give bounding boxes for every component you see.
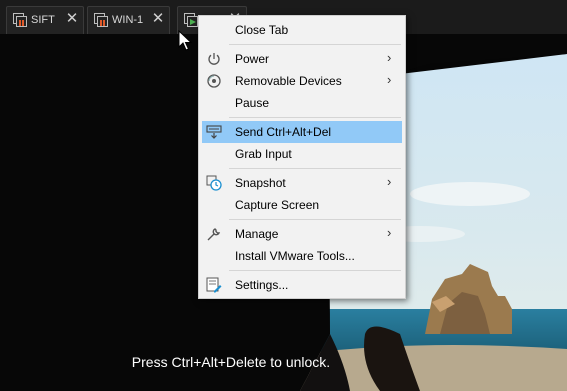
submenu-arrow-icon: ›	[387, 225, 392, 240]
menu-item-send-ctrl-alt-del[interactable]: Send Ctrl+Alt+Del	[202, 121, 402, 143]
menu-item-label: Manage	[235, 227, 279, 241]
menu-item-label: Close Tab	[235, 23, 289, 37]
menu-item-grab-input[interactable]: Grab Input	[202, 143, 402, 165]
submenu-arrow-icon: ›	[387, 174, 392, 189]
menu-item-label: Settings...	[235, 278, 289, 292]
menu-item-pause[interactable]: Pause	[202, 92, 402, 114]
send-keys-icon	[206, 125, 222, 139]
menu-separator	[229, 44, 401, 45]
menu-item-power[interactable]: Power ›	[202, 48, 402, 70]
tab-win-1[interactable]: WIN-1 ✕	[87, 6, 170, 34]
menu-separator	[229, 219, 401, 220]
menu-separator	[229, 168, 401, 169]
vm-tab-context-menu: Close Tab Power › Removable Devices › Pa…	[198, 15, 406, 299]
power-icon	[208, 53, 220, 65]
vm-powered-off-icon	[94, 13, 108, 27]
close-tab-icon[interactable]: ✕	[151, 11, 165, 27]
wrench-icon	[207, 228, 221, 241]
vm-running-icon	[184, 13, 198, 27]
menu-item-snapshot[interactable]: Snapshot ›	[202, 172, 402, 194]
menu-item-install-vmware-tools[interactable]: Install VMware Tools...	[202, 245, 402, 267]
menu-item-label: Snapshot	[235, 176, 286, 190]
menu-item-capture-screen[interactable]: Capture Screen	[202, 194, 402, 216]
menu-item-removable-devices[interactable]: Removable Devices ›	[202, 70, 402, 92]
menu-item-manage[interactable]: Manage ›	[202, 223, 402, 245]
removable-devices-icon	[207, 74, 221, 88]
menu-item-settings[interactable]: Settings...	[202, 274, 402, 296]
menu-item-label: Grab Input	[235, 147, 292, 161]
submenu-arrow-icon: ›	[387, 50, 392, 65]
mouse-cursor-icon	[178, 30, 192, 51]
tab-sift[interactable]: SIFT ✕	[6, 6, 84, 34]
close-tab-icon[interactable]: ✕	[65, 11, 79, 27]
menu-item-label: Removable Devices	[235, 74, 342, 88]
vm-powered-off-icon	[13, 13, 27, 27]
menu-separator	[229, 117, 401, 118]
menu-item-label: Capture Screen	[235, 198, 320, 212]
tab-label: SIFT	[31, 14, 55, 26]
menu-item-label: Power	[235, 52, 270, 66]
menu-item-label: Install VMware Tools...	[235, 249, 355, 263]
submenu-arrow-icon: ›	[387, 72, 392, 87]
unlock-message: Press Ctrl+Alt+Delete to unlock.	[131, 354, 331, 370]
menu-separator	[229, 270, 401, 271]
snapshot-icon	[206, 175, 222, 191]
menu-item-label: Pause	[235, 96, 270, 110]
menu-item-close-tab[interactable]: Close Tab	[202, 19, 402, 41]
tab-label: WIN-1	[112, 14, 144, 26]
menu-item-label: Send Ctrl+Alt+Del	[235, 125, 332, 139]
settings-icon	[206, 277, 222, 293]
